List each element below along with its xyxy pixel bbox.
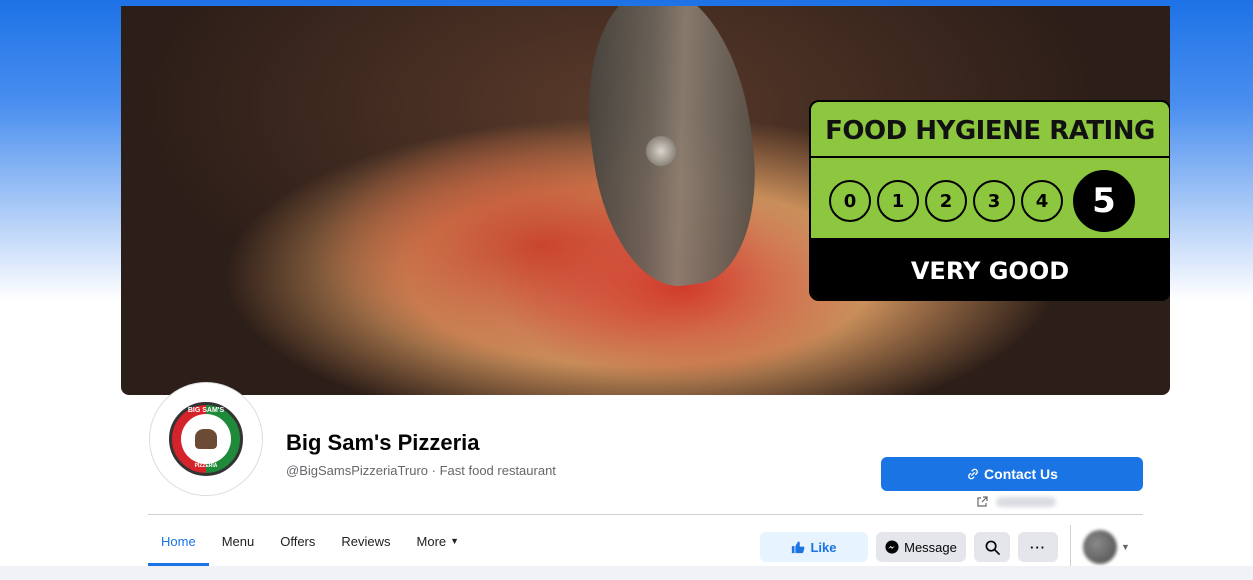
contact-us-button[interactable]: Contact Us bbox=[881, 457, 1143, 491]
page-actions: Like Message ··· ▼ bbox=[760, 525, 1130, 569]
header-divider bbox=[148, 514, 1143, 515]
hygiene-ratings: 0 1 2 3 4 5 bbox=[829, 170, 1135, 232]
message-label: Message bbox=[904, 539, 957, 555]
logo-top-text: BIG SAM'S bbox=[187, 407, 225, 414]
more-options-button[interactable]: ··· bbox=[1018, 532, 1058, 562]
caret-down-icon[interactable]: ▼ bbox=[1121, 542, 1130, 552]
page-tabs: Home Menu Offers Reviews More ▼ bbox=[148, 516, 472, 566]
logo-inner bbox=[181, 414, 231, 464]
tab-reviews[interactable]: Reviews bbox=[328, 516, 403, 566]
hygiene-divider bbox=[811, 156, 1169, 158]
like-button[interactable]: Like bbox=[760, 532, 868, 562]
contact-us-label: Contact Us bbox=[984, 466, 1058, 482]
rating-2: 2 bbox=[925, 180, 967, 222]
logo-bottom-text: PIZZERIA bbox=[194, 463, 218, 469]
food-hygiene-badge: FOOD HYGIENE RATING 0 1 2 3 4 5 VERY GOO… bbox=[809, 100, 1170, 301]
hygiene-title: FOOD HYGIENE RATING bbox=[825, 116, 1155, 146]
like-label: Like bbox=[810, 539, 837, 555]
chef-icon bbox=[195, 429, 217, 449]
pizzeria-logo: BIG SAM'S PIZZERIA bbox=[169, 402, 243, 476]
website-link-row[interactable] bbox=[976, 496, 1056, 508]
cutter-bolt bbox=[646, 136, 676, 166]
cover-photo[interactable]: FOOD HYGIENE RATING 0 1 2 3 4 5 VERY GOO… bbox=[121, 6, 1170, 395]
caret-down-icon: ▼ bbox=[450, 536, 460, 546]
tab-label: Home bbox=[161, 533, 196, 549]
page-title: Big Sam's Pizzeria bbox=[286, 430, 480, 455]
rating-5-active: 5 bbox=[1073, 170, 1135, 232]
external-link-icon bbox=[976, 496, 988, 508]
rating-1: 1 bbox=[877, 180, 919, 222]
tab-label: Reviews bbox=[341, 533, 391, 549]
tab-more[interactable]: More ▼ bbox=[404, 516, 473, 566]
rating-4: 4 bbox=[1021, 180, 1063, 222]
link-icon bbox=[966, 467, 980, 481]
tab-menu[interactable]: Menu bbox=[209, 516, 268, 566]
thumbs-up-icon bbox=[791, 540, 805, 554]
tab-offers[interactable]: Offers bbox=[267, 516, 328, 566]
website-link-blurred[interactable] bbox=[996, 497, 1056, 507]
hygiene-top: FOOD HYGIENE RATING 0 1 2 3 4 5 bbox=[811, 102, 1169, 238]
rating-0: 0 bbox=[829, 180, 871, 222]
search-button[interactable] bbox=[974, 532, 1010, 562]
rating-3: 3 bbox=[973, 180, 1015, 222]
content-background bbox=[0, 566, 1253, 580]
search-icon bbox=[985, 540, 1000, 555]
user-avatar[interactable] bbox=[1083, 530, 1117, 564]
hygiene-verdict: VERY GOOD bbox=[811, 238, 1169, 299]
tab-home[interactable]: Home bbox=[148, 516, 209, 566]
tab-label: Menu bbox=[221, 533, 255, 549]
tab-label: More bbox=[416, 533, 447, 549]
page-handle: @BigSamsPizzeriaTruro · Fast food restau… bbox=[286, 463, 556, 478]
messenger-icon bbox=[885, 540, 899, 554]
actions-separator bbox=[1070, 525, 1071, 569]
tab-label: Offers bbox=[280, 533, 316, 549]
message-button[interactable]: Message bbox=[876, 532, 966, 562]
page-avatar[interactable]: BIG SAM'S PIZZERIA bbox=[149, 382, 263, 496]
